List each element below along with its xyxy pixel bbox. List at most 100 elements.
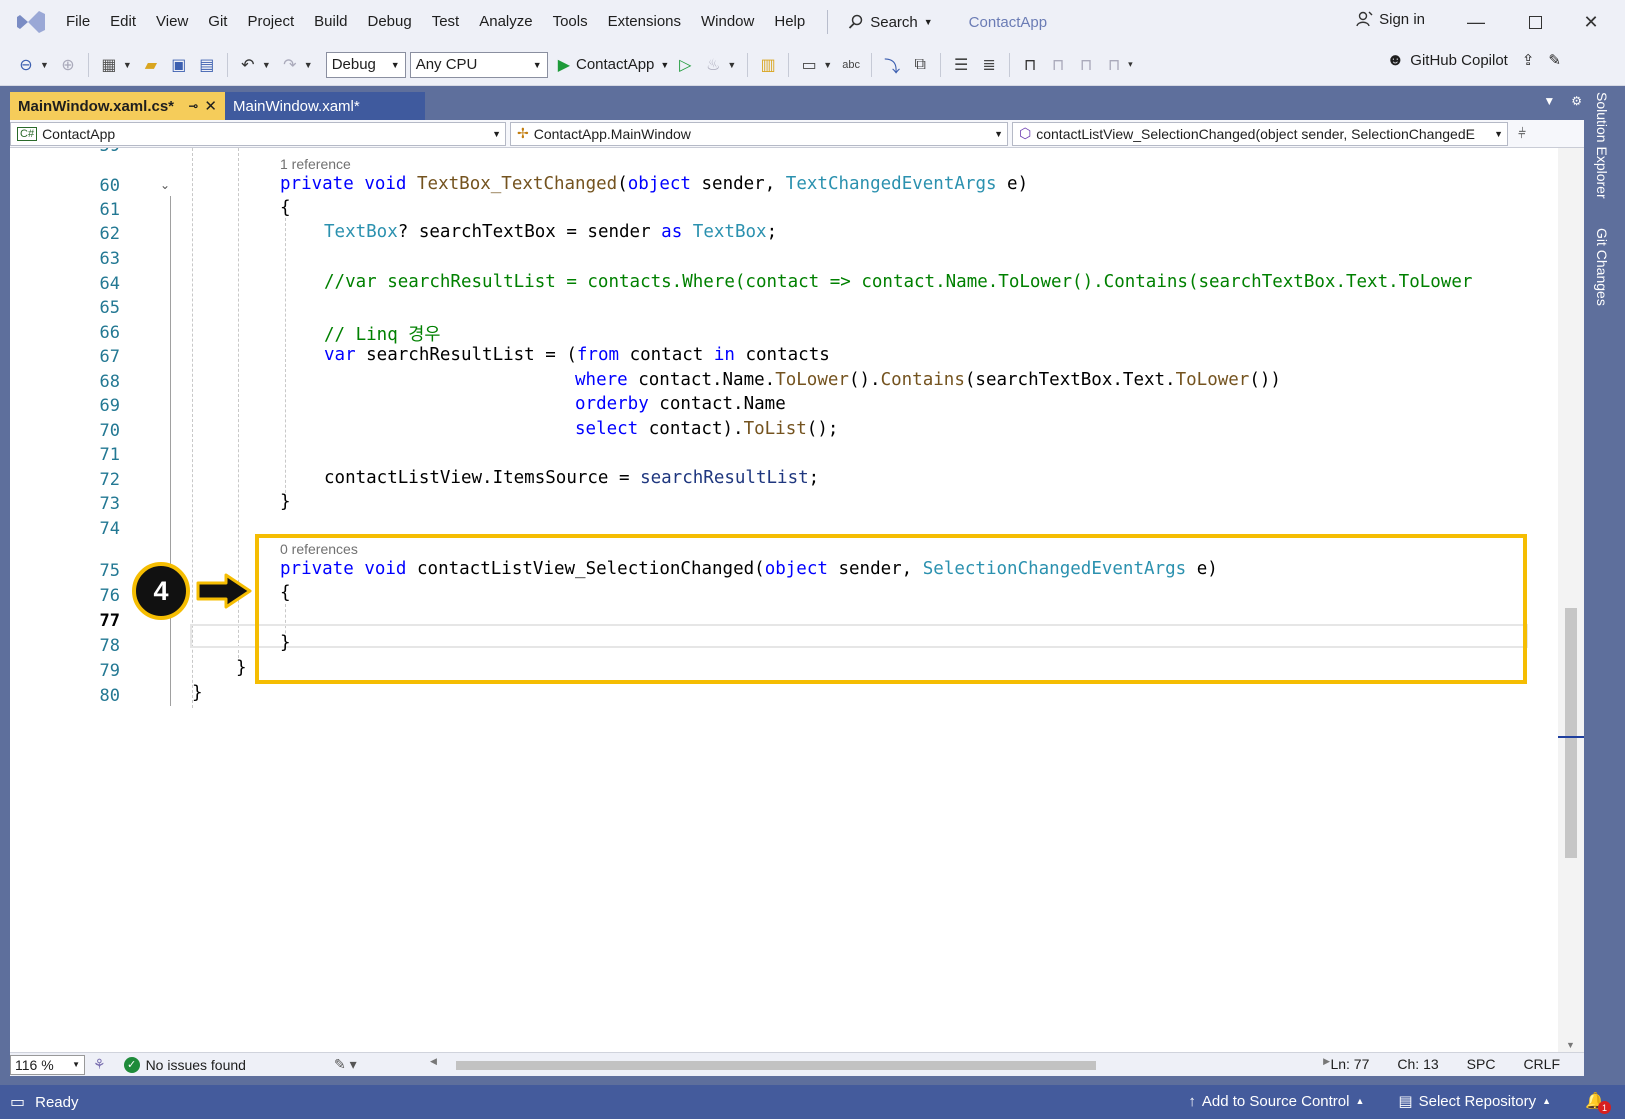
line-ending-indicator[interactable]: CRLF (1523, 1056, 1560, 1072)
cleanup-brush-icon[interactable]: ✎ ▾ (334, 1056, 357, 1073)
menu-project[interactable]: Project (237, 7, 304, 37)
start-without-debugging-icon[interactable]: ▷ (673, 53, 697, 77)
pin-icon[interactable]: ⊸ (188, 99, 198, 113)
issues-indicator[interactable]: ✓ No issues found (123, 1056, 246, 1073)
next-bookmark-icon[interactable]: ⊓ (1074, 53, 1098, 77)
chevron-down-icon[interactable]: ▼ (823, 60, 832, 70)
close-window-button[interactable]: ✕ (1568, 6, 1614, 38)
codelens-references[interactable]: 1 reference (280, 156, 351, 172)
type-dropdown[interactable]: ✢ ContactApp.MainWindow ▼ (510, 121, 1008, 146)
menu-window[interactable]: Window (691, 7, 764, 37)
menu-debug[interactable]: Debug (358, 7, 422, 37)
previous-bookmark-icon[interactable]: ⊓ (1046, 53, 1070, 77)
intellicode-icon[interactable]: ⚘ (93, 1056, 106, 1073)
member-dropdown[interactable]: ⬡ contactListView_SelectionChanged(objec… (1012, 121, 1508, 146)
scroll-left-icon[interactable]: ◀ (430, 1056, 437, 1067)
line-number: 80 (99, 686, 120, 706)
platform-select[interactable]: Any CPU ▼ (409, 51, 548, 78)
line-number: 74 (99, 519, 120, 539)
chevron-down-icon[interactable]: ▼ (304, 60, 313, 70)
code-line-61: { (280, 198, 291, 218)
navigate-back-icon[interactable]: ⊖ (14, 53, 38, 77)
menu-git[interactable]: Git (198, 7, 237, 37)
sign-in-button[interactable]: Sign in (1355, 10, 1425, 28)
menu-file[interactable]: File (56, 7, 100, 37)
compare-files-icon[interactable]: ⧉ (908, 53, 932, 77)
vertical-scrollbar-thumb[interactable] (1565, 608, 1577, 858)
navigate-forward-icon[interactable]: ⊕ (56, 53, 80, 77)
tab-solution-explorer[interactable]: Solution Explorer (1594, 92, 1610, 199)
tab-mainwindow-xaml-cs[interactable]: MainWindow.xaml.cs* ⊸ ✕ (10, 92, 225, 120)
maximize-icon (1528, 15, 1542, 29)
start-debugging-button[interactable]: ▶ ContactApp ▼ (558, 55, 670, 75)
menu-analyze[interactable]: Analyze (469, 7, 542, 37)
new-project-icon[interactable]: ▦ (97, 53, 121, 77)
minimize-icon: — (1467, 11, 1485, 32)
code-line-67: var searchResultList = (from contact in … (324, 345, 830, 365)
outdent-icon[interactable]: ≣ (977, 53, 1001, 77)
app-title: ContactApp (968, 13, 1048, 31)
redo-icon[interactable]: ↷ (278, 53, 302, 77)
scroll-down-icon[interactable]: ▼ (1566, 1040, 1575, 1050)
github-copilot-button[interactable]: ☻ GitHub Copilot ⇪ ✎ (1386, 50, 1561, 70)
step-into-icon[interactable]: ⤵ (880, 53, 904, 77)
undo-icon[interactable]: ↶ (236, 53, 260, 77)
notifications-button[interactable]: 🔔 1 (1585, 1091, 1611, 1114)
menu-edit[interactable]: Edit (100, 7, 146, 37)
whitespace-indicator[interactable]: SPC (1467, 1056, 1496, 1072)
close-icon[interactable]: ✕ (204, 97, 217, 115)
chevron-down-icon: ▼ (923, 17, 933, 27)
indent-guide (285, 218, 286, 508)
menu-view[interactable]: View (146, 7, 198, 37)
chevron-down-icon[interactable]: ▼ (262, 60, 271, 70)
project-dropdown[interactable]: C# ContactApp ▼ (10, 121, 506, 146)
select-repository-button[interactable]: ▤ Select Repository ▲ (1398, 1092, 1551, 1111)
zoom-select[interactable]: 116 % ▼ (10, 1054, 85, 1075)
cursor-position-info: Ln: 77 Ch: 13 SPC CRLF (1330, 1056, 1560, 1072)
vertical-scrollbar[interactable]: ▼ (1558, 148, 1584, 1052)
line-indicator[interactable]: Ln: 77 (1330, 1056, 1369, 1072)
hot-reload-icon[interactable]: ♨ (701, 53, 725, 77)
share-icon[interactable]: ⇪ (1522, 51, 1535, 69)
collapse-region-icon[interactable]: ⌄ (160, 178, 170, 192)
clear-bookmarks-icon[interactable]: ⊓ (1102, 53, 1126, 77)
bookmark-icon[interactable]: ⊓ (1018, 53, 1042, 77)
browse-files-icon[interactable]: ▥ (756, 53, 780, 77)
chevron-down-icon[interactable]: ▼ (123, 60, 132, 70)
chevron-down-icon[interactable]: ▼ (40, 60, 49, 70)
document-tab-strip: MainWindow.xaml.cs* ⊸ ✕ MainWindow.xaml*… (10, 92, 1582, 120)
check-circle-icon: ✓ (123, 1056, 140, 1073)
save-all-icon[interactable]: ▤ (195, 53, 219, 77)
horizontal-scrollbar[interactable]: ◀ ▶ (430, 1056, 1330, 1071)
spell-check-icon[interactable]: abc (839, 53, 863, 77)
toolbar-overflow-icon[interactable]: ▾ (1128, 59, 1133, 70)
maximize-button[interactable] (1512, 6, 1558, 38)
feedback-icon[interactable]: ✎ (1548, 51, 1561, 69)
split-editor-icon[interactable]: ⫩ (1512, 125, 1532, 142)
column-indicator[interactable]: Ch: 13 (1397, 1056, 1438, 1072)
add-to-source-control-button[interactable]: ↑ Add to Source Control ▲ (1188, 1093, 1364, 1110)
line-number: 71 (99, 445, 120, 465)
horizontal-scrollbar-thumb[interactable] (456, 1061, 1096, 1070)
minimize-button[interactable]: — (1453, 6, 1499, 38)
menu-build[interactable]: Build (304, 7, 357, 37)
menu-tools[interactable]: Tools (543, 7, 598, 37)
tab-mainwindow-xaml[interactable]: MainWindow.xaml* (225, 92, 425, 120)
tab-git-changes[interactable]: Git Changes (1594, 228, 1610, 306)
chevron-down-icon[interactable]: ▼ (727, 60, 736, 70)
menu-extensions[interactable]: Extensions (598, 7, 691, 37)
gear-icon[interactable]: ⚙ (1571, 94, 1582, 108)
menu-help[interactable]: Help (764, 7, 815, 37)
chevron-down-icon: ▼ (532, 59, 542, 70)
code-line-72: contactListView.ItemsSource = searchResu… (324, 468, 820, 488)
layout-icon[interactable]: ▭ (797, 53, 821, 77)
indent-icon[interactable]: ☰ (949, 53, 973, 77)
menu-test[interactable]: Test (422, 7, 470, 37)
open-folder-icon[interactable]: ▰ (139, 53, 163, 77)
configuration-select[interactable]: Debug ▼ (325, 51, 406, 78)
save-icon[interactable]: ▣ (167, 53, 191, 77)
tab-list-dropdown-icon[interactable]: ▼ (1543, 94, 1555, 108)
output-icon[interactable]: ▭ (10, 1092, 25, 1112)
scroll-right-icon[interactable]: ▶ (1323, 1056, 1330, 1067)
search-button[interactable]: Search ▼ (840, 14, 940, 31)
